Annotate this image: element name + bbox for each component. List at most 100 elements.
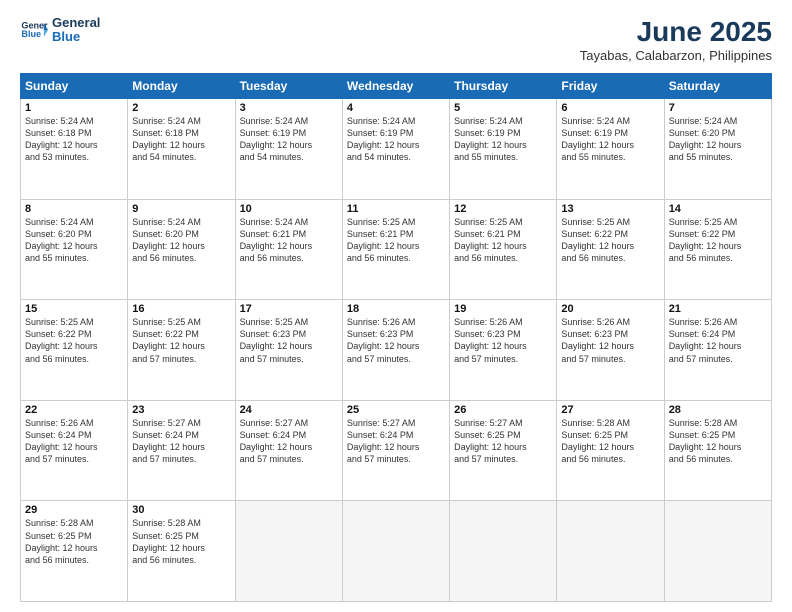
calendar-cell: 20Sunrise: 5:26 AMSunset: 6:23 PMDayligh…	[557, 300, 664, 401]
calendar-cell: 3Sunrise: 5:24 AMSunset: 6:19 PMDaylight…	[235, 99, 342, 200]
day-info: Sunrise: 5:25 AMSunset: 6:22 PMDaylight:…	[669, 216, 767, 265]
calendar-cell	[342, 501, 449, 602]
col-header-friday: Friday	[557, 74, 664, 99]
day-number: 19	[454, 303, 552, 315]
calendar-cell	[450, 501, 557, 602]
calendar-cell: 29Sunrise: 5:28 AMSunset: 6:25 PMDayligh…	[21, 501, 128, 602]
day-info: Sunrise: 5:26 AMSunset: 6:24 PMDaylight:…	[669, 316, 767, 365]
calendar-week-2: 8Sunrise: 5:24 AMSunset: 6:20 PMDaylight…	[21, 199, 772, 300]
calendar-cell: 6Sunrise: 5:24 AMSunset: 6:19 PMDaylight…	[557, 99, 664, 200]
calendar-week-3: 15Sunrise: 5:25 AMSunset: 6:22 PMDayligh…	[21, 300, 772, 401]
calendar-week-1: 1Sunrise: 5:24 AMSunset: 6:18 PMDaylight…	[21, 99, 772, 200]
title-block: June 2025 Tayabas, Calabarzon, Philippin…	[580, 16, 772, 63]
day-number: 20	[561, 303, 659, 315]
day-info: Sunrise: 5:26 AMSunset: 6:23 PMDaylight:…	[347, 316, 445, 365]
day-number: 21	[669, 303, 767, 315]
day-number: 26	[454, 404, 552, 416]
day-info: Sunrise: 5:24 AMSunset: 6:20 PMDaylight:…	[25, 216, 123, 265]
calendar-week-4: 22Sunrise: 5:26 AMSunset: 6:24 PMDayligh…	[21, 400, 772, 501]
day-info: Sunrise: 5:24 AMSunset: 6:18 PMDaylight:…	[132, 115, 230, 164]
col-header-sunday: Sunday	[21, 74, 128, 99]
day-number: 30	[132, 504, 230, 516]
day-number: 29	[25, 504, 123, 516]
logo-line2: Blue	[52, 30, 100, 44]
day-info: Sunrise: 5:24 AMSunset: 6:20 PMDaylight:…	[132, 216, 230, 265]
day-info: Sunrise: 5:24 AMSunset: 6:19 PMDaylight:…	[347, 115, 445, 164]
day-info: Sunrise: 5:28 AMSunset: 6:25 PMDaylight:…	[25, 517, 123, 566]
day-number: 3	[240, 102, 338, 114]
col-header-monday: Monday	[128, 74, 235, 99]
day-number: 5	[454, 102, 552, 114]
svg-text:Blue: Blue	[21, 29, 41, 39]
day-number: 27	[561, 404, 659, 416]
main-title: June 2025	[580, 16, 772, 48]
logo: General Blue General Blue	[20, 16, 100, 45]
day-info: Sunrise: 5:25 AMSunset: 6:21 PMDaylight:…	[347, 216, 445, 265]
col-header-tuesday: Tuesday	[235, 74, 342, 99]
calendar-cell: 2Sunrise: 5:24 AMSunset: 6:18 PMDaylight…	[128, 99, 235, 200]
col-header-thursday: Thursday	[450, 74, 557, 99]
day-info: Sunrise: 5:27 AMSunset: 6:24 PMDaylight:…	[347, 417, 445, 466]
calendar-cell: 1Sunrise: 5:24 AMSunset: 6:18 PMDaylight…	[21, 99, 128, 200]
day-number: 11	[347, 203, 445, 215]
calendar-cell: 27Sunrise: 5:28 AMSunset: 6:25 PMDayligh…	[557, 400, 664, 501]
day-info: Sunrise: 5:24 AMSunset: 6:18 PMDaylight:…	[25, 115, 123, 164]
day-info: Sunrise: 5:25 AMSunset: 6:22 PMDaylight:…	[561, 216, 659, 265]
day-info: Sunrise: 5:28 AMSunset: 6:25 PMDaylight:…	[132, 517, 230, 566]
day-info: Sunrise: 5:25 AMSunset: 6:22 PMDaylight:…	[25, 316, 123, 365]
day-info: Sunrise: 5:26 AMSunset: 6:23 PMDaylight:…	[561, 316, 659, 365]
subtitle: Tayabas, Calabarzon, Philippines	[580, 48, 772, 63]
calendar-header-row: SundayMondayTuesdayWednesdayThursdayFrid…	[21, 74, 772, 99]
calendar-cell: 7Sunrise: 5:24 AMSunset: 6:20 PMDaylight…	[664, 99, 771, 200]
calendar-cell: 25Sunrise: 5:27 AMSunset: 6:24 PMDayligh…	[342, 400, 449, 501]
calendar-cell	[664, 501, 771, 602]
day-number: 28	[669, 404, 767, 416]
day-info: Sunrise: 5:24 AMSunset: 6:21 PMDaylight:…	[240, 216, 338, 265]
day-number: 1	[25, 102, 123, 114]
calendar-cell: 17Sunrise: 5:25 AMSunset: 6:23 PMDayligh…	[235, 300, 342, 401]
calendar-cell: 13Sunrise: 5:25 AMSunset: 6:22 PMDayligh…	[557, 199, 664, 300]
day-number: 23	[132, 404, 230, 416]
calendar-cell: 12Sunrise: 5:25 AMSunset: 6:21 PMDayligh…	[450, 199, 557, 300]
logo-line1: General	[52, 16, 100, 30]
col-header-wednesday: Wednesday	[342, 74, 449, 99]
col-header-saturday: Saturday	[664, 74, 771, 99]
day-info: Sunrise: 5:27 AMSunset: 6:25 PMDaylight:…	[454, 417, 552, 466]
day-info: Sunrise: 5:28 AMSunset: 6:25 PMDaylight:…	[669, 417, 767, 466]
day-number: 17	[240, 303, 338, 315]
day-number: 22	[25, 404, 123, 416]
day-info: Sunrise: 5:27 AMSunset: 6:24 PMDaylight:…	[240, 417, 338, 466]
calendar-cell: 23Sunrise: 5:27 AMSunset: 6:24 PMDayligh…	[128, 400, 235, 501]
day-number: 25	[347, 404, 445, 416]
day-info: Sunrise: 5:24 AMSunset: 6:20 PMDaylight:…	[669, 115, 767, 164]
calendar-cell: 15Sunrise: 5:25 AMSunset: 6:22 PMDayligh…	[21, 300, 128, 401]
day-number: 16	[132, 303, 230, 315]
day-info: Sunrise: 5:24 AMSunset: 6:19 PMDaylight:…	[454, 115, 552, 164]
calendar-cell: 4Sunrise: 5:24 AMSunset: 6:19 PMDaylight…	[342, 99, 449, 200]
day-number: 24	[240, 404, 338, 416]
logo-icon: General Blue	[20, 16, 48, 44]
day-info: Sunrise: 5:25 AMSunset: 6:22 PMDaylight:…	[132, 316, 230, 365]
day-info: Sunrise: 5:28 AMSunset: 6:25 PMDaylight:…	[561, 417, 659, 466]
calendar-cell: 10Sunrise: 5:24 AMSunset: 6:21 PMDayligh…	[235, 199, 342, 300]
day-number: 7	[669, 102, 767, 114]
day-number: 6	[561, 102, 659, 114]
day-number: 14	[669, 203, 767, 215]
calendar-cell: 28Sunrise: 5:28 AMSunset: 6:25 PMDayligh…	[664, 400, 771, 501]
calendar-cell: 14Sunrise: 5:25 AMSunset: 6:22 PMDayligh…	[664, 199, 771, 300]
day-number: 9	[132, 203, 230, 215]
calendar-cell: 18Sunrise: 5:26 AMSunset: 6:23 PMDayligh…	[342, 300, 449, 401]
calendar-cell	[235, 501, 342, 602]
day-info: Sunrise: 5:24 AMSunset: 6:19 PMDaylight:…	[561, 115, 659, 164]
calendar-cell: 26Sunrise: 5:27 AMSunset: 6:25 PMDayligh…	[450, 400, 557, 501]
day-number: 4	[347, 102, 445, 114]
calendar-cell: 19Sunrise: 5:26 AMSunset: 6:23 PMDayligh…	[450, 300, 557, 401]
calendar-week-5: 29Sunrise: 5:28 AMSunset: 6:25 PMDayligh…	[21, 501, 772, 602]
day-info: Sunrise: 5:24 AMSunset: 6:19 PMDaylight:…	[240, 115, 338, 164]
day-number: 15	[25, 303, 123, 315]
calendar-cell: 24Sunrise: 5:27 AMSunset: 6:24 PMDayligh…	[235, 400, 342, 501]
calendar-cell: 30Sunrise: 5:28 AMSunset: 6:25 PMDayligh…	[128, 501, 235, 602]
calendar-cell: 9Sunrise: 5:24 AMSunset: 6:20 PMDaylight…	[128, 199, 235, 300]
calendar-cell: 21Sunrise: 5:26 AMSunset: 6:24 PMDayligh…	[664, 300, 771, 401]
day-info: Sunrise: 5:25 AMSunset: 6:23 PMDaylight:…	[240, 316, 338, 365]
